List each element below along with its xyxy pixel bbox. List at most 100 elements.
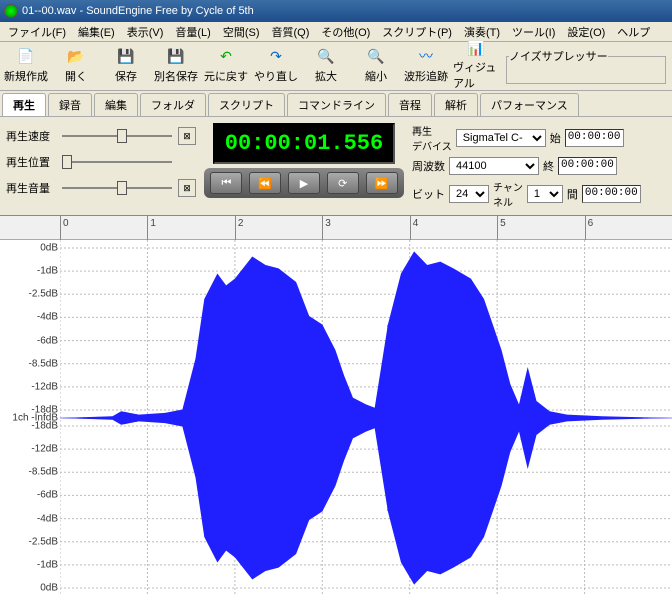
toolbar: 📄新規作成 📂開く 💾保存 💾別名保存 ↶元に戻す ↷やり直し 🔍拡大 🔍縮小 … [0,42,672,91]
undo-label: 元に戻す [204,68,248,84]
save-button[interactable]: 💾 保存 [102,44,150,86]
visual-button[interactable]: 📊ヴィジュアル [452,44,500,86]
start-field[interactable]: 00:00:00 [565,129,624,147]
tab-3[interactable]: フォルダ [140,93,206,116]
menu-item[interactable]: ツール(I) [506,22,561,42]
waveform-area: 0123456 0dB-1dB-2.5dB-4dB-6dB-8.5dB-12dB… [0,215,672,595]
position-slider[interactable] [62,153,172,171]
end-label: 終 [543,158,554,174]
undo-icon: ↶ [216,46,236,66]
timecode: 00:00:01.556 [213,123,395,164]
wave-icon: 〰 [416,46,436,66]
track-button[interactable]: 〰波形追跡 [402,44,450,86]
menu-item[interactable]: 音質(Q) [266,22,316,42]
skip-start-button[interactable]: ⏮ [210,172,242,194]
menu-item[interactable]: 設定(O) [561,22,611,42]
menubar: ファイル(F)編集(E)表示(V)音量(L)空間(S)音質(Q)その他(O)スク… [0,22,672,42]
zoomout-button[interactable]: 🔍 縮小 [352,44,400,86]
device-select[interactable]: SigmaTel C- [456,129,546,147]
save-icon: 💾 [116,46,136,66]
open-label: 開く [65,68,87,84]
end-field[interactable]: 00:00:00 [558,157,617,175]
db-label: -4dB [37,312,58,323]
tab-1[interactable]: 録音 [48,93,92,116]
save-label: 保存 [115,68,137,84]
open-button[interactable]: 📂 開く [52,44,100,86]
db-label: -1dB [37,266,58,277]
ruler-tick: 4 [410,216,411,240]
freq-select[interactable]: 44100 [449,157,539,175]
dur-field[interactable]: 00:00:00 [582,185,641,203]
ruler-tick: 2 [235,216,236,240]
tab-2[interactable]: 編集 [94,93,138,116]
new-label: 新規作成 [4,68,48,84]
waveform-display[interactable] [60,240,672,595]
speed-reset[interactable]: ⊠ [178,127,196,145]
rewind-button[interactable]: ⏪ [249,172,281,194]
ruler-tick: 0 [60,216,61,240]
zoomout-icon: 🔍 [366,46,386,66]
menu-item[interactable]: その他(O) [315,22,376,42]
track-label: 波形追跡 [404,68,448,84]
volume-label: 再生音量 [6,180,56,196]
window-title: 01--00.wav - SoundEngine Free by Cycle o… [22,5,254,17]
db-label: -1dB [37,559,58,570]
db-label: 0dB [40,583,58,594]
db-label: -6dB [37,335,58,346]
db-label: -2.5dB [29,536,58,547]
new-button[interactable]: 📄新規作成 [2,44,50,86]
undo-button[interactable]: ↶ 元に戻す [202,44,250,86]
zoomout-label: 縮小 [365,68,387,84]
db-label: -4dB [37,513,58,524]
tab-4[interactable]: スクリプト [208,93,285,116]
zoomin-button[interactable]: 🔍拡大 [302,44,350,86]
open-icon: 📂 [66,46,86,66]
stop-button[interactable]: ⟳ [327,172,359,194]
right-panel: 再生 デバイスSigmaTel C-始00:00:00 周波数44100終00:… [412,123,641,209]
menu-item[interactable]: ファイル(F) [2,22,72,42]
speed-slider[interactable] [62,127,172,145]
menu-item[interactable]: 空間(S) [217,22,266,42]
zoomin-label: 拡大 [315,68,337,84]
ruler-tick: 6 [585,216,586,240]
volume-slider[interactable] [62,179,172,197]
menu-item[interactable]: ヘルプ [611,22,656,42]
saveas-icon: 💾 [166,46,186,66]
tab-5[interactable]: コマンドライン [287,93,386,116]
volume-reset[interactable]: ⊠ [178,179,196,197]
noise-legend: ノイズサプレッサー [509,48,608,64]
time-ruler[interactable]: 0123456 [0,216,672,240]
device-label: 再生 デバイス [412,123,452,153]
menu-item[interactable]: スクリプト(P) [376,22,458,42]
tab-6[interactable]: 音程 [388,93,432,116]
play-button[interactable]: ▶ [288,172,320,194]
speed-label: 再生速度 [6,128,56,144]
db-label: -6dB [37,490,58,501]
play-panel: 再生速度⊠ 再生位置 再生音量⊠ 00:00:01.556 ⏮ ⏪ ▶ ⟳ ⏩ … [0,116,672,215]
visual-icon: 📊 [466,40,486,57]
ch-select[interactable]: 1 [527,185,563,203]
tab-7[interactable]: 解析 [434,93,478,116]
redo-label: やり直し [254,68,298,84]
noise-panel: ノイズサプレッサー [502,44,670,88]
db-label: -8.5dB [29,358,58,369]
tab-8[interactable]: パフォーマンス [480,93,579,116]
saveas-button[interactable]: 💾別名保存 [152,44,200,86]
ch-label: チャン ネル [493,179,523,209]
menu-item[interactable]: 演奏(T) [458,22,506,42]
position-label: 再生位置 [6,154,56,170]
tabs: 再生録音編集フォルダスクリプトコマンドライン音程解析パフォーマンス [0,91,672,116]
forward-button[interactable]: ⏩ [366,172,398,194]
db-label: -12dB [31,381,58,392]
redo-button[interactable]: ↷ やり直し [252,44,300,86]
menu-item[interactable]: 編集(E) [72,22,121,42]
db-label: -8.5dB [29,467,58,478]
tab-0[interactable]: 再生 [2,93,46,116]
ruler-tick: 1 [147,216,148,240]
titlebar: 01--00.wav - SoundEngine Free by Cycle o… [0,0,672,22]
menu-item[interactable]: 表示(V) [121,22,170,42]
menu-item[interactable]: 音量(L) [169,22,216,42]
redo-icon: ↷ [266,46,286,66]
app-icon [4,4,18,18]
bit-select[interactable]: 24 [449,185,489,203]
